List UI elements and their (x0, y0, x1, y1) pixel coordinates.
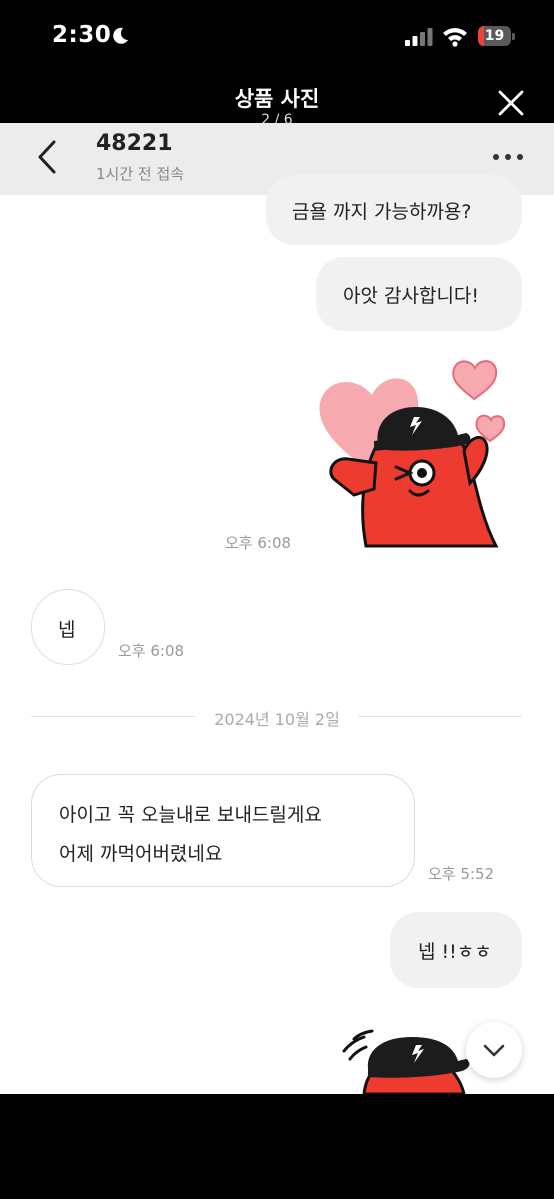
outgoing-message: 넵 !!ㅎㅎ (390, 912, 522, 988)
status-bar: 2:30 19 (0, 0, 554, 75)
wifi-icon (443, 28, 467, 47)
incoming-message: 아이고 꼭 오늘내로 보내드릴게요 어제 까먹어버렸네요 (31, 774, 415, 887)
message-text-line: 아이고 꼭 오늘내로 보내드릴게요 (59, 804, 322, 826)
message-text: 아앗 감사합니다! (343, 285, 480, 307)
chevron-left-icon[interactable] (34, 139, 60, 175)
date-divider: 2024년 10월 2일 (214, 710, 340, 729)
cellular-signal-icon (405, 28, 433, 46)
message-text: 금욜 까지 가능하까용? (292, 201, 472, 223)
photo-viewer-header: 상품 사진 2 / 6 (0, 75, 554, 127)
chevron-down-icon (483, 1044, 505, 1057)
battery-level: 19 (484, 28, 505, 44)
outgoing-message: 아앗 감사합니다! (316, 257, 522, 331)
chat-screenshot: 48221 1시간 전 접속 금욜 까지 가능하까용? 아앗 감사합니다! 오후… (0, 123, 554, 1094)
battery-indicator: 19 (478, 26, 515, 46)
chat-user-name: 48221 (96, 131, 173, 156)
message-time: 오후 5:52 (428, 865, 495, 883)
message-text: 넵 (58, 619, 76, 641)
chat-presence-status: 1시간 전 접속 (96, 165, 185, 183)
date-divider-line (358, 716, 522, 717)
outgoing-message: 금욜 까지 가능하까용? (266, 175, 522, 245)
moon-icon (113, 27, 128, 44)
viewer-bottom-area (0, 1094, 554, 1199)
message-time: 오후 6:08 (225, 534, 292, 552)
close-icon[interactable] (497, 89, 525, 117)
message-text-line: 어제 까먹어버렸네요 (59, 843, 223, 865)
more-horizontal-icon[interactable] (492, 153, 524, 161)
scroll-to-bottom-button[interactable] (466, 1022, 522, 1078)
message-time: 오후 6:08 (118, 642, 185, 660)
red-character-sticker (342, 1029, 470, 1094)
viewer-title: 상품 사진 (234, 87, 320, 111)
status-time: 2:30 (52, 22, 112, 48)
incoming-message: 넵 (31, 589, 105, 665)
message-text: 넵 !!ㅎㅎ (418, 941, 492, 963)
red-character-sticker (319, 360, 506, 548)
